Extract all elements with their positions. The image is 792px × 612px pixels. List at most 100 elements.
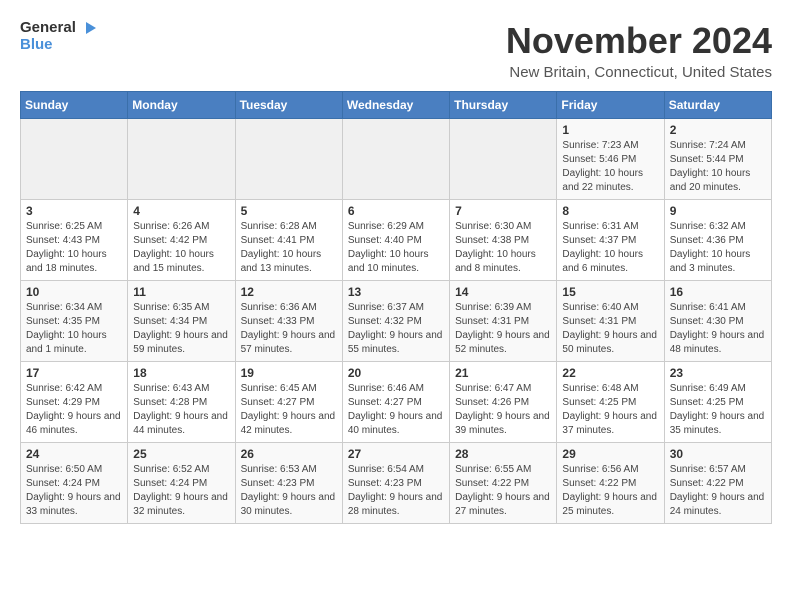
weekday-header-saturday: Saturday <box>664 92 771 119</box>
day-number: 24 <box>26 447 122 461</box>
day-number: 30 <box>670 447 766 461</box>
day-info: Sunrise: 6:56 AM Sunset: 4:22 PM Dayligh… <box>562 463 658 519</box>
day-number: 14 <box>455 285 551 299</box>
day-number: 18 <box>133 366 229 380</box>
calendar-body: 1 Sunrise: 7:23 AM Sunset: 5:46 PM Daylig… <box>21 119 772 524</box>
calendar-cell <box>342 119 449 200</box>
day-number: 26 <box>241 447 337 461</box>
day-number: 21 <box>455 366 551 380</box>
weekday-header-wednesday: Wednesday <box>342 92 449 119</box>
calendar-cell: 14Sunrise: 6:39 AM Sunset: 4:31 PM Dayli… <box>450 281 557 362</box>
day-info: Sunrise: 7:23 AM Sunset: 5:46 PM Dayligh… <box>562 139 658 195</box>
calendar-cell: 20 Sunrise: 6:46 AM Sunset: 4:27 PM Dayli… <box>342 362 449 443</box>
day-number: 23 <box>670 366 766 380</box>
weekday-header-row: SundayMondayTuesdayWednesdayThursdayFrid… <box>21 92 772 119</box>
day-info: Sunrise: 6:29 AM Sunset: 4:40 PM Dayligh… <box>348 220 444 276</box>
calendar-cell <box>21 119 128 200</box>
title-area: November 2024 New Britain, Connecticut, … <box>506 20 772 81</box>
day-number: 20 <box>348 366 444 380</box>
logo-general: General <box>20 19 76 36</box>
day-info: Sunrise: 6:35 AM Sunset: 4:34 PM Dayligh… <box>133 301 229 357</box>
day-info: Sunrise: 6:40 AM Sunset: 4:31 PM Dayligh… <box>562 301 658 357</box>
day-number: 2 <box>670 123 766 137</box>
day-number: 3 <box>26 204 122 218</box>
weekday-header-sunday: Sunday <box>21 92 128 119</box>
day-number: 28 <box>455 447 551 461</box>
calendar-cell: 13Sunrise: 6:37 AM Sunset: 4:32 PM Dayli… <box>342 281 449 362</box>
calendar-cell: 22Sunrise: 6:48 AM Sunset: 4:25 PM Dayli… <box>557 362 664 443</box>
calendar-cell: 7 Sunrise: 6:30 AM Sunset: 4:38 PM Daylig… <box>450 200 557 281</box>
calendar-cell: 16Sunrise: 6:41 AM Sunset: 4:30 PM Dayli… <box>664 281 771 362</box>
day-info: Sunrise: 6:47 AM Sunset: 4:26 PM Dayligh… <box>455 382 551 438</box>
calendar-cell: 9 Sunrise: 6:32 AM Sunset: 4:36 PM Daylig… <box>664 200 771 281</box>
calendar-cell: 5 Sunrise: 6:28 AM Sunset: 4:41 PM Daylig… <box>235 200 342 281</box>
day-number: 16 <box>670 285 766 299</box>
calendar-week-4: 17 Sunrise: 6:42 AM Sunset: 4:29 PM Dayli… <box>21 362 772 443</box>
day-info: Sunrise: 6:50 AM Sunset: 4:24 PM Dayligh… <box>26 463 122 519</box>
day-number: 6 <box>348 204 444 218</box>
calendar-cell: 1 Sunrise: 7:23 AM Sunset: 5:46 PM Daylig… <box>557 119 664 200</box>
calendar-cell: 28 Sunrise: 6:55 AM Sunset: 4:22 PM Dayli… <box>450 443 557 524</box>
calendar-header: SundayMondayTuesdayWednesdayThursdayFrid… <box>21 92 772 119</box>
day-number: 12 <box>241 285 337 299</box>
calendar-cell: 24 Sunrise: 6:50 AM Sunset: 4:24 PM Dayli… <box>21 443 128 524</box>
day-info: Sunrise: 6:34 AM Sunset: 4:35 PM Dayligh… <box>26 301 122 357</box>
logo-arrow-icon <box>82 20 98 36</box>
calendar-cell <box>235 119 342 200</box>
day-number: 29 <box>562 447 658 461</box>
day-info: Sunrise: 6:28 AM Sunset: 4:41 PM Dayligh… <box>241 220 337 276</box>
logo: General Blue <box>20 20 98 53</box>
day-info: Sunrise: 6:36 AM Sunset: 4:33 PM Dayligh… <box>241 301 337 357</box>
day-number: 25 <box>133 447 229 461</box>
day-number: 22 <box>562 366 658 380</box>
calendar-cell: 2 Sunrise: 7:24 AM Sunset: 5:44 PM Daylig… <box>664 119 771 200</box>
calendar-cell <box>128 119 235 200</box>
day-info: Sunrise: 6:43 AM Sunset: 4:28 PM Dayligh… <box>133 382 229 438</box>
calendar-cell: 27 Sunrise: 6:54 AM Sunset: 4:23 PM Dayli… <box>342 443 449 524</box>
calendar-cell: 26 Sunrise: 6:53 AM Sunset: 4:23 PM Dayli… <box>235 443 342 524</box>
day-number: 9 <box>670 204 766 218</box>
calendar-cell: 17 Sunrise: 6:42 AM Sunset: 4:29 PM Dayli… <box>21 362 128 443</box>
calendar-cell: 8Sunrise: 6:31 AM Sunset: 4:37 PM Daylig… <box>557 200 664 281</box>
calendar-cell: 29 Sunrise: 6:56 AM Sunset: 4:22 PM Dayli… <box>557 443 664 524</box>
day-number: 17 <box>26 366 122 380</box>
day-info: Sunrise: 6:26 AM Sunset: 4:42 PM Dayligh… <box>133 220 229 276</box>
calendar-cell: 23 Sunrise: 6:49 AM Sunset: 4:25 PM Dayli… <box>664 362 771 443</box>
calendar-table: SundayMondayTuesdayWednesdayThursdayFrid… <box>20 91 772 524</box>
day-info: Sunrise: 6:54 AM Sunset: 4:23 PM Dayligh… <box>348 463 444 519</box>
weekday-header-tuesday: Tuesday <box>235 92 342 119</box>
day-info: Sunrise: 6:42 AM Sunset: 4:29 PM Dayligh… <box>26 382 122 438</box>
calendar-cell <box>450 119 557 200</box>
calendar-cell: 18 Sunrise: 6:43 AM Sunset: 4:28 PM Dayli… <box>128 362 235 443</box>
day-info: Sunrise: 6:32 AM Sunset: 4:36 PM Dayligh… <box>670 220 766 276</box>
day-number: 13 <box>348 285 444 299</box>
day-info: Sunrise: 6:25 AM Sunset: 4:43 PM Dayligh… <box>26 220 122 276</box>
calendar-week-1: 1 Sunrise: 7:23 AM Sunset: 5:46 PM Daylig… <box>21 119 772 200</box>
day-number: 5 <box>241 204 337 218</box>
calendar-week-2: 3 Sunrise: 6:25 AM Sunset: 4:43 PM Daylig… <box>21 200 772 281</box>
day-info: Sunrise: 6:45 AM Sunset: 4:27 PM Dayligh… <box>241 382 337 438</box>
day-number: 11 <box>133 285 229 299</box>
day-info: Sunrise: 6:30 AM Sunset: 4:38 PM Dayligh… <box>455 220 551 276</box>
calendar-cell: 15Sunrise: 6:40 AM Sunset: 4:31 PM Dayli… <box>557 281 664 362</box>
day-number: 7 <box>455 204 551 218</box>
calendar-cell: 25 Sunrise: 6:52 AM Sunset: 4:24 PM Dayli… <box>128 443 235 524</box>
day-info: Sunrise: 6:53 AM Sunset: 4:23 PM Dayligh… <box>241 463 337 519</box>
calendar-week-3: 10Sunrise: 6:34 AM Sunset: 4:35 PM Dayli… <box>21 281 772 362</box>
calendar-cell: 3 Sunrise: 6:25 AM Sunset: 4:43 PM Daylig… <box>21 200 128 281</box>
page-title: November 2024 <box>506 20 772 62</box>
calendar-cell: 11 Sunrise: 6:35 AM Sunset: 4:34 PM Dayli… <box>128 281 235 362</box>
calendar-week-5: 24 Sunrise: 6:50 AM Sunset: 4:24 PM Dayli… <box>21 443 772 524</box>
day-info: Sunrise: 6:49 AM Sunset: 4:25 PM Dayligh… <box>670 382 766 438</box>
day-info: Sunrise: 7:24 AM Sunset: 5:44 PM Dayligh… <box>670 139 766 195</box>
calendar-cell: 10Sunrise: 6:34 AM Sunset: 4:35 PM Dayli… <box>21 281 128 362</box>
day-info: Sunrise: 6:52 AM Sunset: 4:24 PM Dayligh… <box>133 463 229 519</box>
day-number: 27 <box>348 447 444 461</box>
day-info: Sunrise: 6:57 AM Sunset: 4:22 PM Dayligh… <box>670 463 766 519</box>
day-info: Sunrise: 6:55 AM Sunset: 4:22 PM Dayligh… <box>455 463 551 519</box>
day-number: 1 <box>562 123 658 137</box>
calendar-cell: 4Sunrise: 6:26 AM Sunset: 4:42 PM Daylig… <box>128 200 235 281</box>
day-info: Sunrise: 6:46 AM Sunset: 4:27 PM Dayligh… <box>348 382 444 438</box>
calendar-cell: 6 Sunrise: 6:29 AM Sunset: 4:40 PM Daylig… <box>342 200 449 281</box>
weekday-header-friday: Friday <box>557 92 664 119</box>
